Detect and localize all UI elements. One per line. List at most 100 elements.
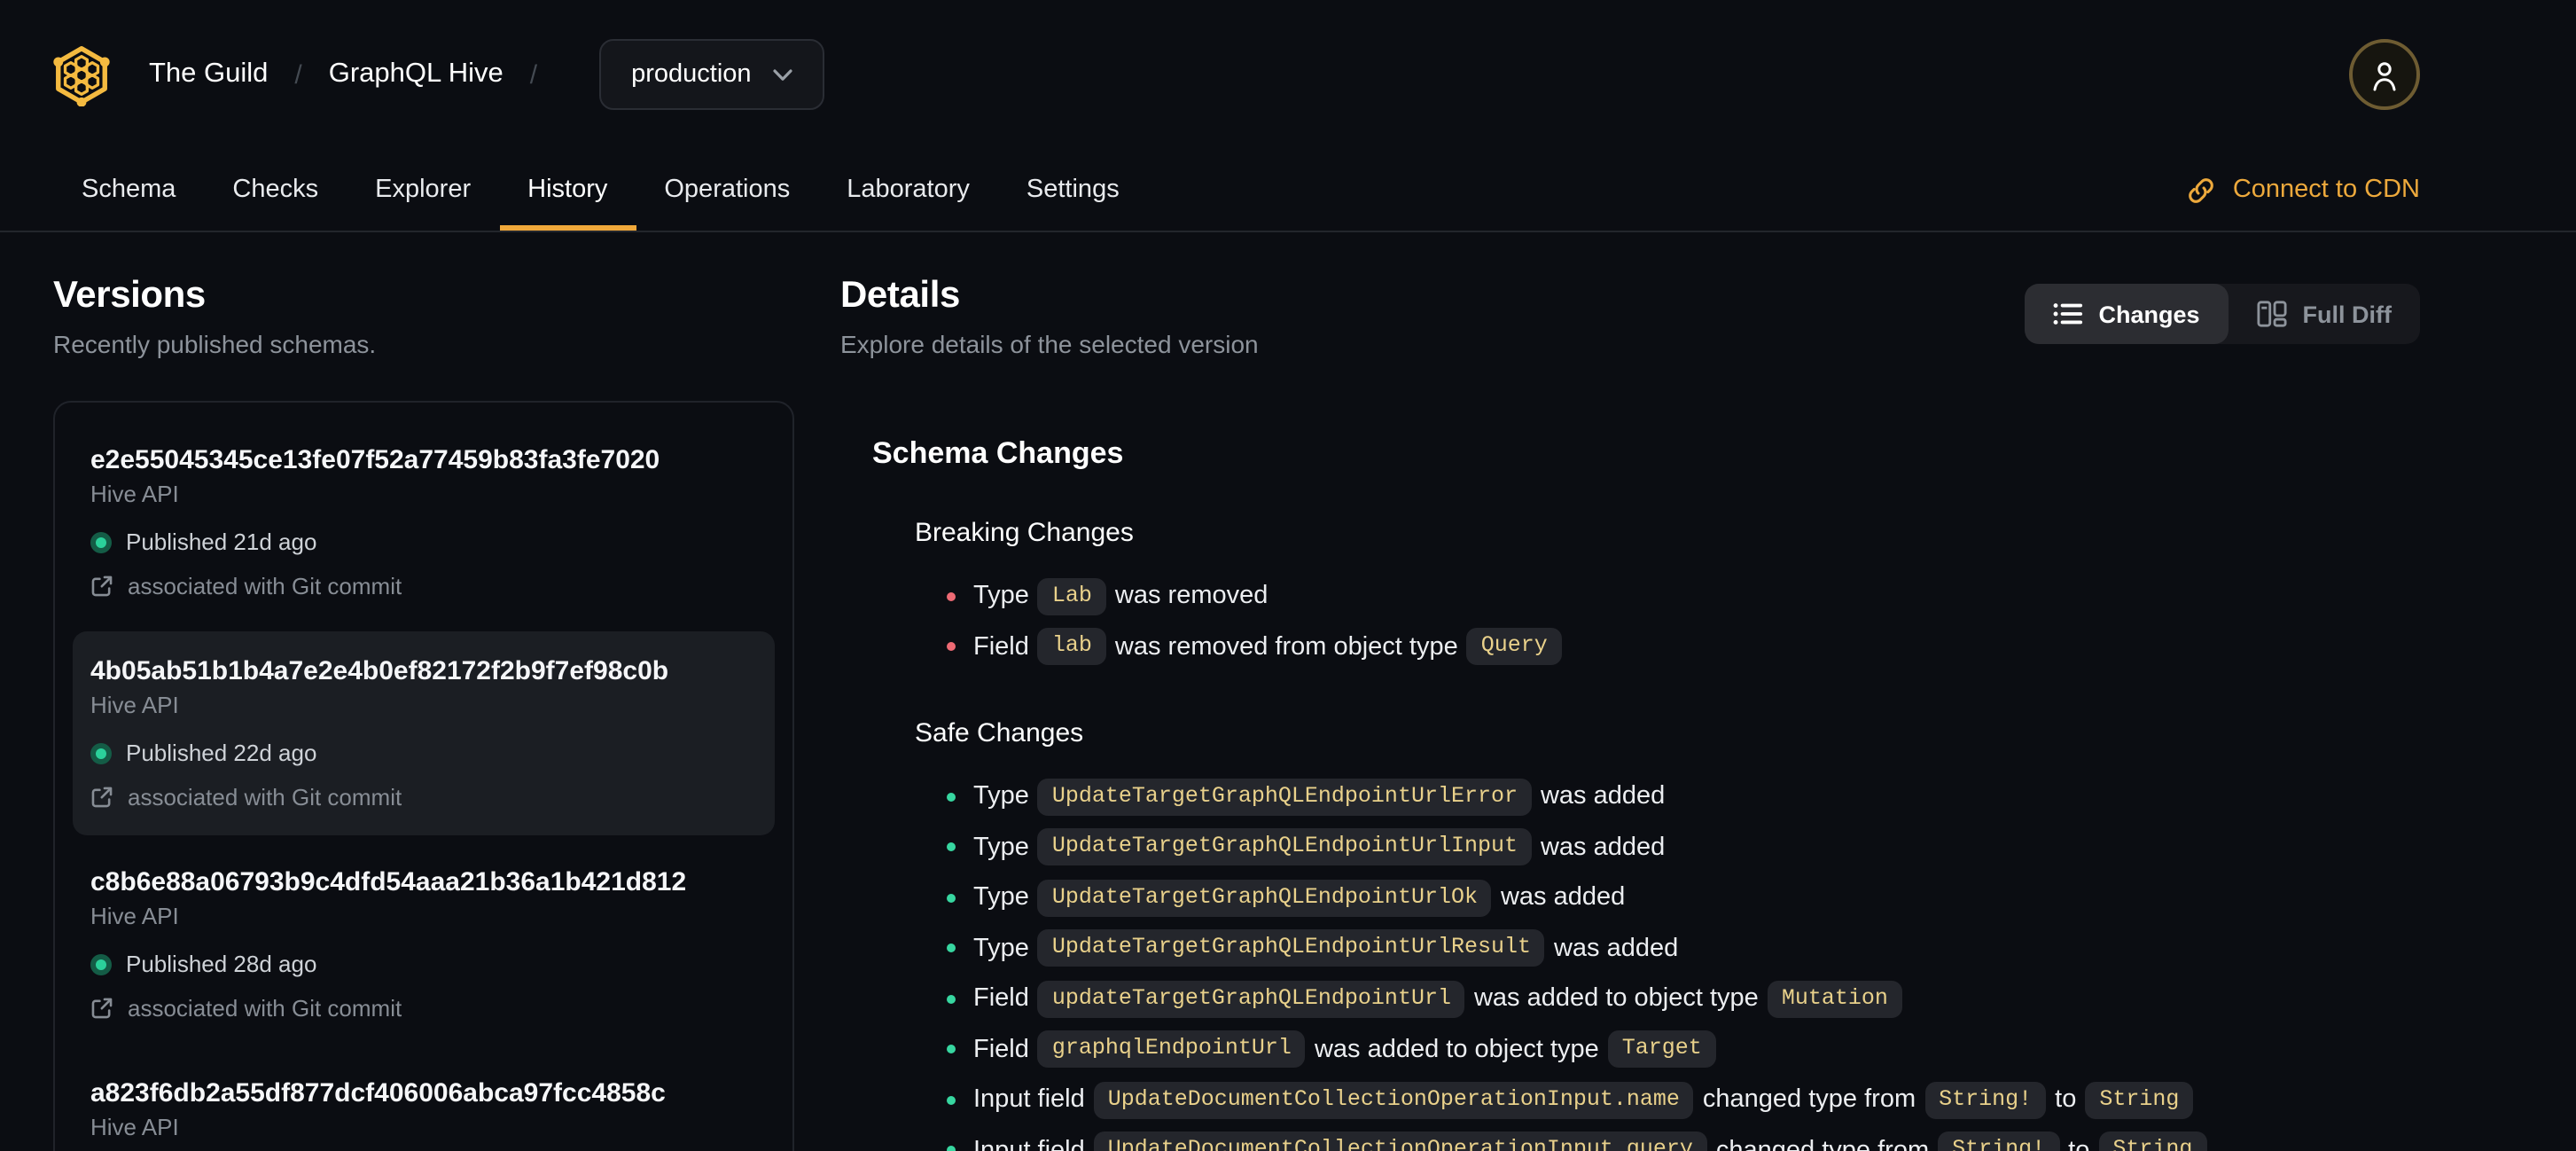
details-title: Details	[840, 275, 960, 316]
version-list-item[interactable]: 4b05ab51b1b4a7e2e4b0ef82172f2b9f7ef98c0b…	[73, 631, 775, 835]
change-text: Field	[973, 1035, 1029, 1064]
code-chip: graphqlEndpointUrl	[1037, 1030, 1306, 1069]
breadcrumb-separator: /	[294, 59, 302, 90]
git-commit-link[interactable]: associated with Git commit	[90, 995, 753, 1022]
tab-settings[interactable]: Settings	[998, 149, 1148, 231]
external-link-icon	[91, 787, 113, 808]
change-text: Type	[973, 934, 1029, 963]
change-text: was added to object type	[1473, 984, 1759, 1014]
version-service: Hive API	[90, 692, 179, 718]
change-text: changed type from	[1702, 1085, 1916, 1115]
connect-to-cdn-link[interactable]: Connect to CDN	[2187, 149, 2420, 231]
code-chip: updateTargetGraphQLEndpointUrl	[1037, 980, 1465, 1018]
code-chip: Mutation	[1767, 980, 1902, 1018]
breaking-bullet-icon	[947, 642, 956, 652]
link-icon	[2190, 177, 2214, 202]
change-item: Type Lab was removed	[947, 571, 2420, 622]
hive-logo-icon[interactable]	[53, 43, 110, 106]
version-published-label: Published 22d ago	[126, 740, 317, 766]
version-hash: a823f6db2a55df877dcf406006abca97fcc4858c	[90, 1078, 666, 1108]
change-group-title: Safe Changes	[915, 718, 1084, 748]
change-text: Field	[973, 632, 1029, 662]
change-item: Input field UpdateDocumentCollectionOper…	[947, 1075, 2420, 1125]
change-item: Type UpdateTargetGraphQLEndpointUrlInput…	[947, 822, 2420, 873]
version-list-item[interactable]: a823f6db2a55df877dcf406006abca97fcc4858c…	[73, 1053, 775, 1151]
code-chip: Target	[1607, 1030, 1716, 1069]
version-list-item[interactable]: c8b6e88a06793b9c4dfd54aaa21b36a1b421d812…	[73, 842, 775, 1046]
change-text: Input field	[973, 1136, 1085, 1151]
tab-explorer[interactable]: Explorer	[347, 149, 499, 231]
change-item: Type UpdateTargetGraphQLEndpointUrlOk wa…	[947, 873, 2420, 923]
safe-bullet-icon	[947, 842, 956, 852]
versions-list: e2e55045345ce13fe07f52a77459b83fa3fe7020…	[53, 401, 794, 1151]
app-window: The Guild / GraphQL Hive / production Sc…	[0, 0, 2576, 1151]
safe-bullet-icon	[947, 893, 956, 903]
code-chip: UpdateTargetGraphQLEndpointUrlError	[1037, 778, 1532, 816]
change-text: was removed from object type	[1114, 632, 1458, 662]
change-text: was added	[1500, 883, 1626, 912]
code-chip: Query	[1466, 628, 1562, 666]
breadcrumb-separator: /	[529, 59, 538, 90]
code-chip: String	[2098, 1131, 2207, 1151]
safe-bullet-icon	[947, 994, 956, 1004]
list-bullet-icon	[2053, 303, 2082, 325]
version-published-label: Published 21d ago	[126, 529, 317, 555]
change-item: Type UpdateTargetGraphQLEndpointUrlError…	[947, 771, 2420, 822]
code-chip: Lab	[1037, 577, 1106, 615]
target-selector[interactable]: production	[599, 39, 824, 110]
full-diff-view-button[interactable]: Full Diff	[2229, 284, 2421, 344]
nav-tabs-group: Schema Checks Explorer History Operations Lab…	[53, 149, 1148, 231]
change-text: Type	[973, 782, 1029, 811]
change-text: was added to object type	[1314, 1035, 1599, 1064]
code-chip: String	[2085, 1081, 2194, 1119]
tab-checks[interactable]: Checks	[204, 149, 347, 231]
git-commit-label: associated with Git commit	[128, 573, 402, 599]
nav-tabs: Schema Checks Explorer History Operations Lab…	[0, 149, 2576, 232]
change-text: was added	[1540, 782, 1666, 811]
git-commit-label: associated with Git commit	[128, 995, 402, 1022]
git-commit-link[interactable]: associated with Git commit	[90, 784, 753, 810]
changes-view-button[interactable]: Changes	[2024, 284, 2229, 344]
change-item: Field graphqlEndpointUrl was added to ob…	[947, 1024, 2420, 1075]
chevron-down-icon	[772, 68, 792, 80]
code-chip: UpdateTargetGraphQLEndpointUrlResult	[1037, 929, 1545, 967]
main-content: Versions Recently published schemas. e2e…	[0, 232, 2576, 1151]
version-published-row: Published 22d ago	[90, 740, 753, 766]
target-selector-value: production	[631, 60, 752, 89]
change-text: Type	[973, 883, 1029, 912]
changes-view-label: Changes	[2098, 301, 2200, 327]
user-avatar-button[interactable]	[2349, 39, 2420, 110]
breadcrumb-project[interactable]: GraphQL Hive	[329, 59, 503, 90]
details-panel: Details Explore details of the selected …	[840, 275, 2420, 1151]
change-text: Type	[973, 833, 1029, 862]
user-icon	[2373, 61, 2396, 90]
breaking-bullet-icon	[947, 591, 956, 601]
tab-schema[interactable]: Schema	[53, 149, 204, 231]
breadcrumb-org[interactable]: The Guild	[149, 59, 268, 90]
safe-bullet-icon	[947, 792, 956, 802]
tab-history[interactable]: History	[499, 149, 636, 231]
tab-laboratory[interactable]: Laboratory	[818, 149, 998, 231]
version-hash: 4b05ab51b1b4a7e2e4b0ef82172f2b9f7ef98c0b	[90, 656, 669, 686]
change-text: Input field	[973, 1085, 1085, 1115]
schema-changes-title: Schema Changes	[872, 436, 1124, 470]
code-chip: UpdateDocumentCollectionOperationInput.n…	[1093, 1081, 1694, 1119]
version-list-item[interactable]: e2e55045345ce13fe07f52a77459b83fa3fe7020…	[73, 420, 775, 624]
change-list: Type UpdateTargetGraphQLEndpointUrlError…	[915, 771, 2420, 1151]
safe-bullet-icon	[947, 1146, 956, 1151]
version-service: Hive API	[90, 903, 179, 929]
change-item: Input field UpdateDocumentCollectionOper…	[947, 1125, 2420, 1151]
published-status-dot-icon	[96, 536, 106, 547]
connect-to-cdn-label: Connect to CDN	[2232, 176, 2420, 204]
tab-operations[interactable]: Operations	[636, 149, 818, 231]
git-commit-label: associated with Git commit	[128, 784, 402, 810]
version-hash: c8b6e88a06793b9c4dfd54aaa21b36a1b421d812	[90, 867, 687, 897]
code-chip: UpdateTargetGraphQLEndpointUrlInput	[1037, 828, 1532, 866]
change-group-breaking: Breaking Changes Type Lab was removed Fiel…	[915, 518, 2420, 672]
code-chip: String!	[1938, 1131, 2060, 1151]
safe-bullet-icon	[947, 1045, 956, 1054]
git-commit-link[interactable]: associated with Git commit	[90, 573, 753, 599]
external-link-icon	[91, 998, 113, 1019]
view-toggle: Changes Full Diff	[2024, 284, 2420, 344]
version-service: Hive API	[90, 481, 179, 507]
